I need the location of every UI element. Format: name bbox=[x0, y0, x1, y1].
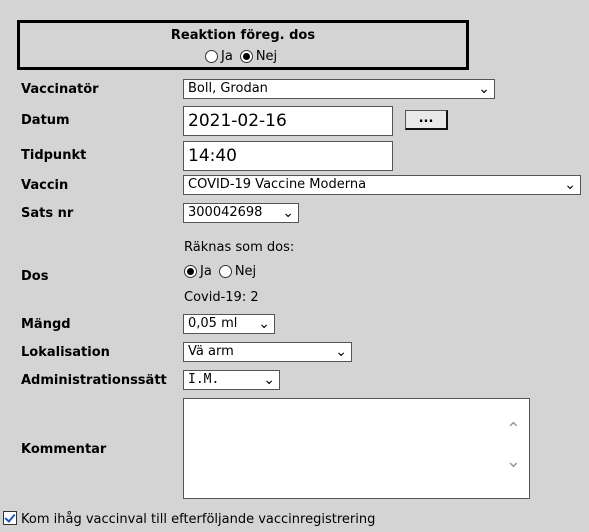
reaction-nej-label: Nej bbox=[255, 49, 278, 64]
vaccinator-select[interactable]: Boll, Grodan ⌄ bbox=[183, 79, 495, 99]
dos-ja-label: Ja bbox=[200, 264, 212, 279]
chevron-down-icon: ⌄ bbox=[263, 372, 275, 388]
vaccin-value: COVID-19 Vaccine Moderna bbox=[188, 177, 367, 192]
reaction-ja-radio[interactable] bbox=[205, 50, 218, 63]
sats-value: 300042698 bbox=[188, 205, 263, 220]
tidpunkt-label: Tidpunkt bbox=[21, 148, 87, 163]
administration-value: I.M. bbox=[188, 372, 220, 387]
scroll-up-icon[interactable]: ⌃ bbox=[506, 419, 521, 440]
reaction-ja-label: Ja bbox=[221, 49, 233, 64]
dos-nej-radio[interactable] bbox=[218, 265, 232, 278]
date-picker-button[interactable]: ... bbox=[405, 110, 448, 130]
sats-label: Sats nr bbox=[21, 206, 74, 221]
reaction-title: Reaktion föreg. dos bbox=[170, 28, 316, 43]
dos-options: Ja Nej bbox=[184, 264, 256, 279]
scroll-down-icon[interactable]: ⌄ bbox=[506, 451, 521, 472]
remember-label: Kom ihåg vaccinval till efterföljande va… bbox=[21, 512, 376, 527]
lokalisation-label: Lokalisation bbox=[21, 345, 110, 360]
administration-select[interactable]: I.M. ⌄ bbox=[183, 370, 280, 390]
vaccin-label: Vaccin bbox=[21, 178, 69, 193]
mangd-label: Mängd bbox=[21, 317, 71, 332]
chevron-down-icon: ⌄ bbox=[478, 81, 490, 97]
chevron-down-icon: ⌄ bbox=[258, 316, 270, 332]
sats-select[interactable]: 300042698 ⌄ bbox=[183, 203, 299, 223]
chevron-down-icon: ⌄ bbox=[564, 177, 576, 193]
reaction-box: Reaktion föreg. dos Ja Nej bbox=[17, 20, 469, 70]
covid-dose-info: Covid-19: 2 bbox=[184, 290, 259, 305]
dos-counts-label: Räknas som dos: bbox=[184, 240, 295, 255]
mangd-value: 0,05 ml bbox=[188, 316, 238, 331]
chevron-down-icon: ⌄ bbox=[335, 344, 347, 360]
lokalisation-select[interactable]: Vä arm ⌄ bbox=[183, 342, 352, 362]
mangd-select[interactable]: 0,05 ml ⌄ bbox=[183, 314, 275, 334]
tidpunkt-input[interactable]: 14:40 bbox=[183, 141, 393, 171]
vaccinator-label: Vaccinatör bbox=[21, 82, 99, 97]
vaccin-select[interactable]: COVID-19 Vaccine Moderna ⌄ bbox=[183, 175, 581, 195]
kommentar-label: Kommentar bbox=[21, 442, 107, 457]
datum-label: Datum bbox=[21, 113, 70, 128]
administration-label: Administrationssätt bbox=[21, 373, 167, 388]
vaccinator-value: Boll, Grodan bbox=[188, 81, 268, 96]
dos-label: Dos bbox=[21, 269, 49, 284]
datum-input[interactable]: 2021-02-16 bbox=[183, 106, 393, 136]
dos-nej-label: Nej bbox=[234, 264, 257, 279]
dos-ja-radio[interactable] bbox=[184, 265, 197, 278]
reaction-nej-radio[interactable] bbox=[239, 50, 253, 63]
lokalisation-value: Vä arm bbox=[188, 344, 234, 359]
kommentar-textarea[interactable]: ⌃ ⌄ bbox=[183, 398, 530, 499]
chevron-down-icon: ⌄ bbox=[282, 205, 294, 221]
remember-checkbox[interactable] bbox=[3, 511, 17, 525]
reaction-options: Ja Nej bbox=[205, 49, 277, 64]
